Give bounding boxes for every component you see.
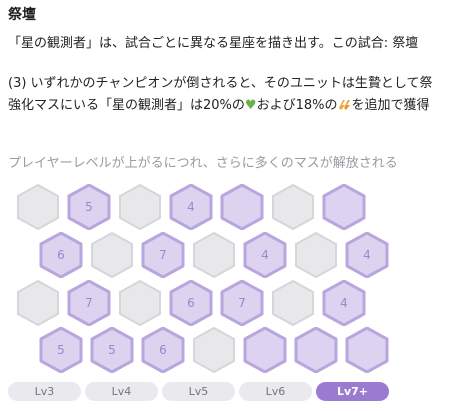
- hex-cell: [191, 327, 237, 373]
- hex-cell-label: 6: [187, 296, 195, 310]
- hex-cell-label: 5: [108, 343, 116, 357]
- hex-cell: 7: [140, 232, 186, 278]
- hex-cell: [321, 184, 367, 230]
- hex-cell-label: 6: [57, 248, 65, 262]
- level-tab-lv5[interactable]: Lv5: [162, 382, 235, 401]
- hex-cell: [293, 327, 339, 373]
- hex-cell-label: 6: [159, 343, 167, 357]
- page-title: 祭壇: [8, 7, 36, 23]
- level-tab-lv7-plus[interactable]: Lv7+: [316, 382, 389, 401]
- description-line-3: 強化マスにいる「星の観測者」は20%の♥および18%の を追加で獲得: [8, 94, 429, 113]
- level-tabs: Lv3 Lv4 Lv5 Lv6 Lv7+: [8, 382, 389, 401]
- hex-cell-label: 5: [57, 343, 65, 357]
- hex-cell-label: 4: [340, 296, 348, 310]
- level-tab-lv6[interactable]: Lv6: [239, 382, 312, 401]
- hex-cell-label: 7: [159, 248, 167, 262]
- hex-board: 5 4 6 7 4 4 7 6 7 4 5 5 6: [0, 180, 461, 375]
- hex-cell: [117, 184, 163, 230]
- description-line-3-start: 強化マスにいる「星の観測者」は20%の: [8, 98, 245, 113]
- hex-cell: 5: [66, 184, 112, 230]
- hex-cell-label: 4: [363, 248, 371, 262]
- hex-cell: [242, 327, 288, 373]
- hex-cell: 7: [66, 280, 112, 326]
- hex-cell: [89, 232, 135, 278]
- hex-cell: 5: [89, 327, 135, 373]
- hex-cell: [117, 280, 163, 326]
- unlock-note: プレイヤーレベルが上がるにつれ、さらに多くのマスが解放される: [8, 156, 398, 171]
- description-line-2: (3) いずれかのチャンピオンが倒されると、そのユニットは生贄として祭: [8, 76, 433, 91]
- hex-cell: 7: [219, 280, 265, 326]
- level-tab-lv3[interactable]: Lv3: [8, 382, 81, 401]
- hex-cell: [270, 280, 316, 326]
- hex-cell: [344, 327, 390, 373]
- hex-cell-label: 4: [187, 200, 195, 214]
- hex-cell-label: 5: [85, 200, 93, 214]
- hex-cell-label: 7: [238, 296, 246, 310]
- hex-cell: [191, 232, 237, 278]
- hex-cell: 6: [140, 327, 186, 373]
- hex-cell: 6: [168, 280, 214, 326]
- hex-cell: [293, 232, 339, 278]
- green-heart-icon: ♥: [244, 98, 257, 113]
- hex-cell-label: 4: [261, 248, 269, 262]
- augment-tooltip: 祭壇 「星の観測者」は、試合ごとに異なる星座を描き出す。この試合: 祭壇 (3)…: [0, 0, 461, 411]
- hex-cell: 5: [38, 327, 84, 373]
- level-tab-lv4[interactable]: Lv4: [85, 382, 158, 401]
- description-line-3-end: を追加で獲得: [351, 98, 430, 113]
- hex-cell: 4: [321, 280, 367, 326]
- hex-cell: 4: [168, 184, 214, 230]
- hex-cell: 4: [242, 232, 288, 278]
- hex-cell: [15, 184, 61, 230]
- description-line-1: 「星の観測者」は、試合ごとに異なる星座を描き出す。この試合: 祭壇: [8, 36, 419, 51]
- attack-speed-icon: [339, 100, 351, 110]
- hex-cell: [15, 280, 61, 326]
- hex-cell-label: 7: [85, 296, 93, 310]
- hex-cell: [219, 184, 265, 230]
- hex-cell: 6: [38, 232, 84, 278]
- hex-cell: 4: [344, 232, 390, 278]
- description-line-3-middle: および18%の: [256, 98, 338, 113]
- hex-cell: [270, 184, 316, 230]
